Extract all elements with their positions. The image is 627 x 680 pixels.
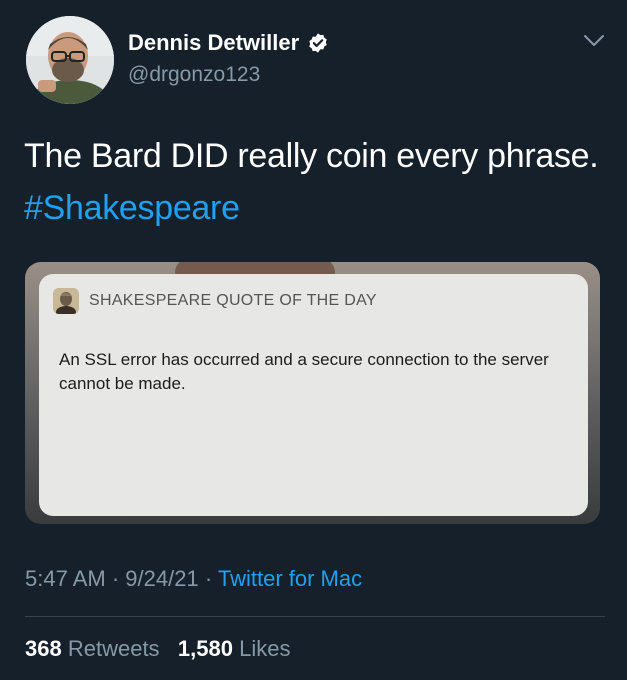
tweet-date[interactable]: 9/24/21 (125, 566, 198, 591)
display-name[interactable]: Dennis Detwiller (128, 30, 299, 56)
separator-dot: · (111, 566, 126, 591)
tweet-source-link[interactable]: Twitter for Mac (218, 566, 362, 591)
separator-dot: · (204, 566, 218, 591)
engagement-stats: 368 Retweets 1,580 Likes (25, 636, 290, 662)
tweet-media-image[interactable]: SHAKESPEARE QUOTE OF THE DAY An SSL erro… (25, 262, 600, 524)
shakespeare-app-icon (53, 288, 79, 314)
user-handle[interactable]: @drgonzo123 (128, 63, 260, 87)
tweet-time[interactable]: 5:47 AM (25, 566, 106, 591)
avatar[interactable] (26, 16, 114, 104)
retweets-link[interactable]: 368 Retweets (25, 636, 160, 661)
likes-link[interactable]: 1,580 Likes (178, 636, 291, 661)
notification-card: SHAKESPEARE QUOTE OF THE DAY An SSL erro… (39, 274, 588, 516)
notification-app-name: SHAKESPEARE QUOTE OF THE DAY (89, 292, 377, 309)
notification-message: An SSL error has occurred and a secure c… (59, 350, 549, 393)
avatar-image (26, 16, 114, 104)
divider (25, 616, 605, 617)
tweet-text: The Bard DID really coin every phrase. #… (24, 130, 604, 234)
notification-header: SHAKESPEARE QUOTE OF THE DAY (53, 288, 377, 314)
timestamp-row: 5:47 AM · 9/24/21 · Twitter for Mac (25, 566, 362, 592)
tweet-body: The Bard DID really coin every phrase. (24, 137, 599, 175)
likes-label: Likes (239, 636, 291, 661)
retweets-label: Retweets (67, 636, 160, 661)
chevron-down-icon[interactable] (583, 34, 605, 48)
retweets-count: 368 (25, 636, 62, 661)
hashtag-link[interactable]: #Shakespeare (24, 189, 240, 227)
verified-badge-icon (307, 32, 329, 54)
likes-count: 1,580 (177, 636, 233, 661)
